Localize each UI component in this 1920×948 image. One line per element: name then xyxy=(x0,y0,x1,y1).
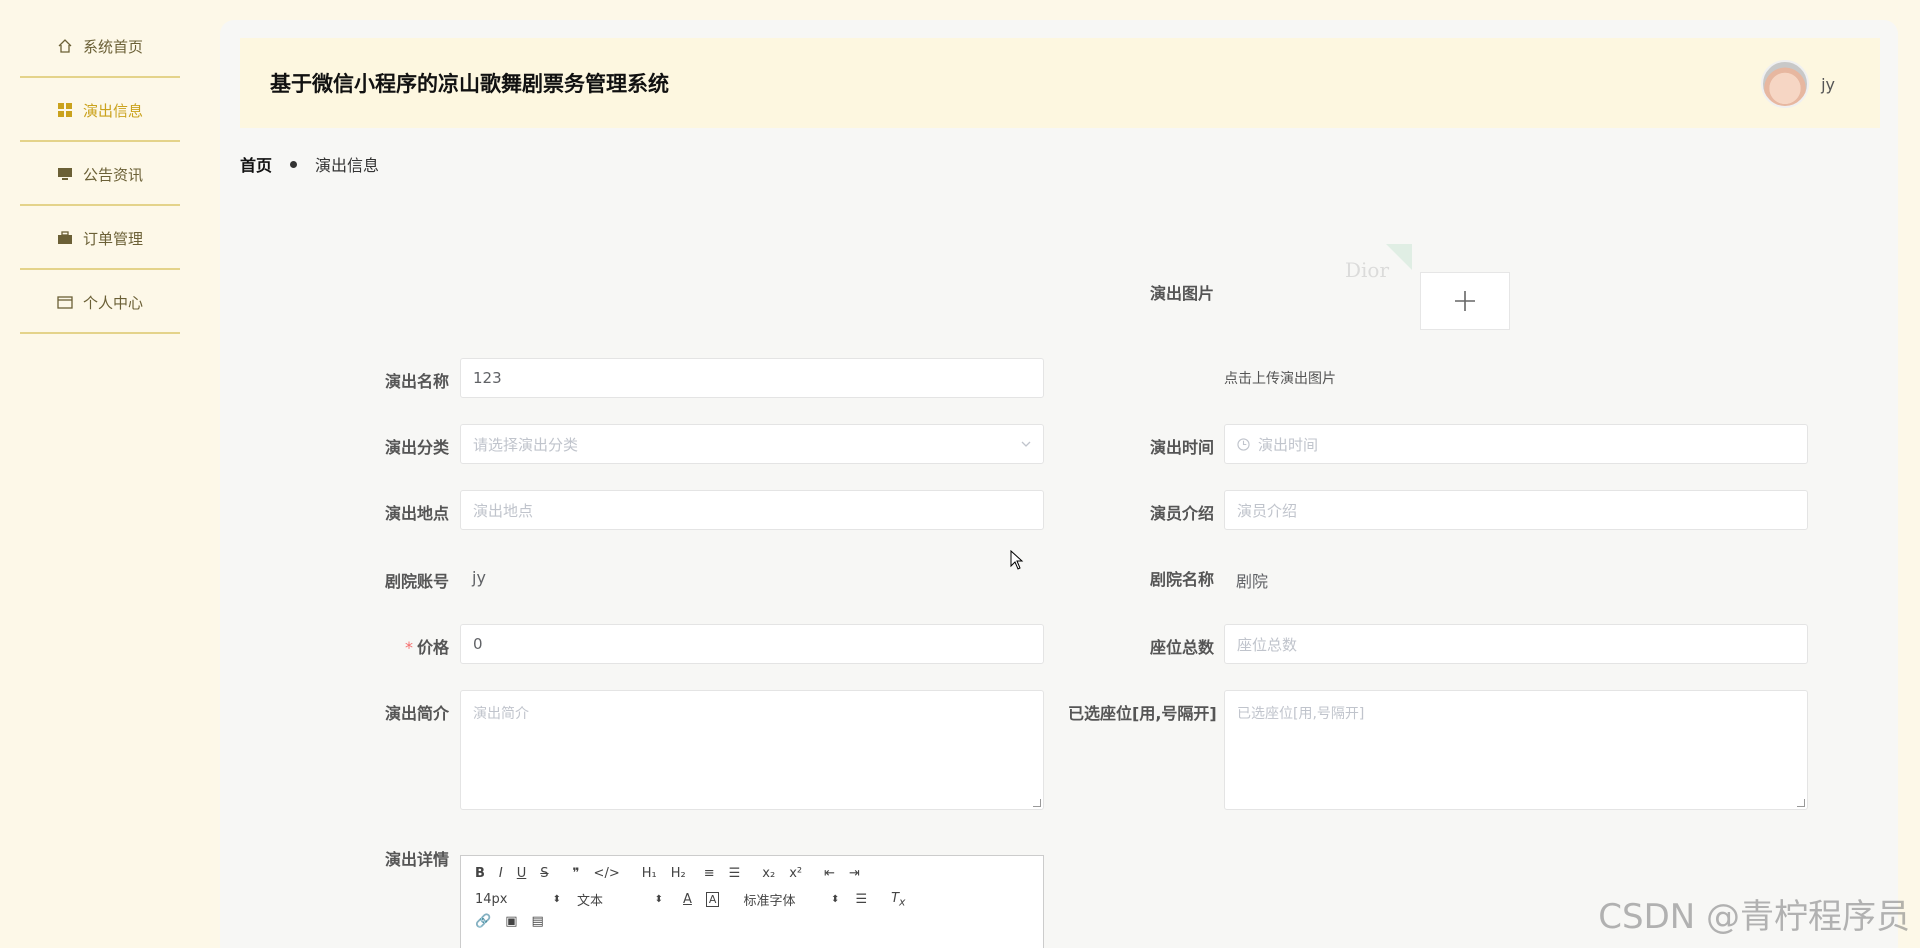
username: jy xyxy=(1821,74,1835,94)
image-icon[interactable]: ▣ xyxy=(505,914,517,929)
grid-icon xyxy=(57,102,73,118)
time-picker[interactable]: 演出时间 xyxy=(1224,424,1808,464)
blockquote-button[interactable]: ❞ xyxy=(573,866,580,881)
time-label: 演出时间 xyxy=(1150,438,1215,457)
plus-icon xyxy=(1455,291,1475,311)
wallet-icon xyxy=(57,294,73,310)
sidebar-item-label: 演出信息 xyxy=(82,101,143,120)
selected-seats-textarea[interactable]: 已选座位[用,号隔开] xyxy=(1224,690,1808,810)
outdent-button[interactable]: ⇤ xyxy=(824,866,835,881)
monitor-icon xyxy=(57,166,73,182)
font-size-select[interactable]: 14px ⬍ xyxy=(475,892,561,907)
font-family-select[interactable]: 标准字体 ⬍ xyxy=(743,890,839,909)
font-family-value: 标准字体 xyxy=(743,894,796,909)
breadcrumb: 首页 演出信息 xyxy=(240,152,379,176)
selected-seats-placeholder: 已选座位[用,号隔开] xyxy=(1237,706,1365,722)
sidebar-item-announcements[interactable]: 公告资讯 xyxy=(20,144,180,206)
resize-handle[interactable] xyxy=(1797,799,1805,807)
image-label: 演出图片 xyxy=(1150,284,1215,303)
sidebar-item-label: 公告资讯 xyxy=(82,165,143,184)
watermark: CSDN @青柠程序员 xyxy=(1598,897,1910,937)
link-icon[interactable]: 🔗 xyxy=(475,914,491,929)
avatar[interactable] xyxy=(1761,60,1810,108)
name-input[interactable]: 123 xyxy=(460,358,1044,398)
rich-text-editor[interactable]: B I U S ❞ </> H₁ H₂ ≡ ☰ x₂ x² ⇤ ⇥ 14px ⬍ … xyxy=(460,855,1044,948)
seats-input[interactable]: 座位总数 xyxy=(1224,624,1808,664)
align-left-icon[interactable]: ☰ xyxy=(855,892,867,907)
sidebar-item-performances[interactable]: 演出信息 xyxy=(20,80,180,142)
mouse-cursor-icon xyxy=(1010,550,1024,570)
editor-toolbar-row-3: 🔗 ▣ ▤ xyxy=(475,914,558,929)
seats-label: 座位总数 xyxy=(1150,638,1215,657)
resize-handle[interactable] xyxy=(1033,799,1041,807)
background-color-icon[interactable]: A xyxy=(705,892,720,907)
header: 基于微信小程序的凉山歌舞剧票务管理系统 jy xyxy=(240,38,1880,128)
price-label: * 价格 xyxy=(405,634,449,658)
text-type-select[interactable]: 文本 ⬍ xyxy=(577,890,663,909)
superscript-button[interactable]: x² xyxy=(789,866,802,881)
upload-tip: 点击上传演出图片 xyxy=(1224,371,1336,387)
intro-placeholder: 演出简介 xyxy=(473,706,529,722)
breadcrumb-current: 演出信息 xyxy=(315,156,380,175)
location-input[interactable]: 演出地点 xyxy=(460,490,1044,530)
category-select[interactable]: 请选择演出分类 xyxy=(460,424,1044,464)
code-button[interactable]: </> xyxy=(594,866,620,881)
image-thumbnail: Dior xyxy=(1322,244,1412,296)
detail-label: 演出详情 xyxy=(385,850,450,869)
selected-seats-label: 已选座位[用,号隔开] xyxy=(1068,704,1217,723)
updown-icon: ⬍ xyxy=(552,894,561,905)
price-input[interactable]: 0 xyxy=(460,624,1044,664)
font-color-icon[interactable]: A xyxy=(683,892,692,907)
price-label-text: 价格 xyxy=(417,638,450,657)
updown-icon: ⬍ xyxy=(654,894,663,905)
subscript-button[interactable]: x₂ xyxy=(762,866,775,881)
theater-account-label: 剧院账号 xyxy=(385,572,450,591)
bullet-list-button[interactable]: ☰ xyxy=(729,866,741,881)
strike-button[interactable]: S xyxy=(540,866,548,881)
sidebar-item-orders[interactable]: 订单管理 xyxy=(20,208,180,270)
sidebar-item-home[interactable]: 系统首页 xyxy=(20,16,180,78)
page-title: 基于微信小程序的凉山歌舞剧票务管理系统 xyxy=(270,72,669,96)
text-type-value: 文本 xyxy=(577,894,604,909)
video-icon[interactable]: ▤ xyxy=(531,914,543,929)
user-menu[interactable]: jy xyxy=(1761,60,1835,108)
underline-button[interactable]: U xyxy=(517,866,527,881)
editor-toolbar-row-1: B I U S ❞ </> H₁ H₂ ≡ ☰ x₂ x² ⇤ ⇥ xyxy=(475,866,874,881)
updown-icon: ⬍ xyxy=(831,894,840,905)
time-placeholder: 演出时间 xyxy=(1258,435,1319,454)
actor-input[interactable]: 演员介绍 xyxy=(1224,490,1808,530)
sidebar-item-label: 系统首页 xyxy=(82,37,143,56)
location-label: 演出地点 xyxy=(385,504,450,523)
breadcrumb-home[interactable]: 首页 xyxy=(240,152,272,176)
clock-icon xyxy=(1237,437,1250,451)
clear-format-icon[interactable]: Tx xyxy=(891,891,905,909)
theater-name-value: 剧院 xyxy=(1236,572,1269,591)
theater-account-value: jy xyxy=(472,568,486,587)
bold-button[interactable]: B xyxy=(475,866,485,881)
editor-toolbar-row-2: 14px ⬍ 文本 ⬍ A A 标准字体 ⬍ ☰ Tx xyxy=(475,890,919,909)
indent-button[interactable]: ⇥ xyxy=(849,866,860,881)
actor-label: 演员介绍 xyxy=(1150,504,1215,523)
sidebar: 系统首页 演出信息 公告资讯 订单管理 个人中心 xyxy=(0,0,200,948)
ordered-list-button[interactable]: ≡ xyxy=(704,866,715,881)
category-label: 演出分类 xyxy=(385,438,450,457)
name-label: 演出名称 xyxy=(385,372,450,391)
sidebar-item-profile[interactable]: 个人中心 xyxy=(20,272,180,334)
category-placeholder: 请选择演出分类 xyxy=(473,435,579,454)
theater-name-label: 剧院名称 xyxy=(1150,570,1215,589)
sidebar-item-label: 个人中心 xyxy=(82,293,143,312)
intro-textarea[interactable]: 演出简介 xyxy=(460,690,1044,810)
h1-button[interactable]: H₁ xyxy=(642,866,657,881)
required-mark: * xyxy=(405,638,413,657)
chevron-down-icon xyxy=(1021,441,1031,447)
sidebar-item-label: 订单管理 xyxy=(82,229,143,248)
home-icon xyxy=(57,38,73,54)
briefcase-icon xyxy=(57,230,73,246)
italic-button[interactable]: I xyxy=(499,866,503,881)
h2-button[interactable]: H₂ xyxy=(671,866,686,881)
intro-label: 演出简介 xyxy=(385,704,450,723)
font-size-value: 14px xyxy=(475,892,508,907)
breadcrumb-separator xyxy=(290,160,298,168)
upload-image-button[interactable] xyxy=(1420,272,1510,330)
